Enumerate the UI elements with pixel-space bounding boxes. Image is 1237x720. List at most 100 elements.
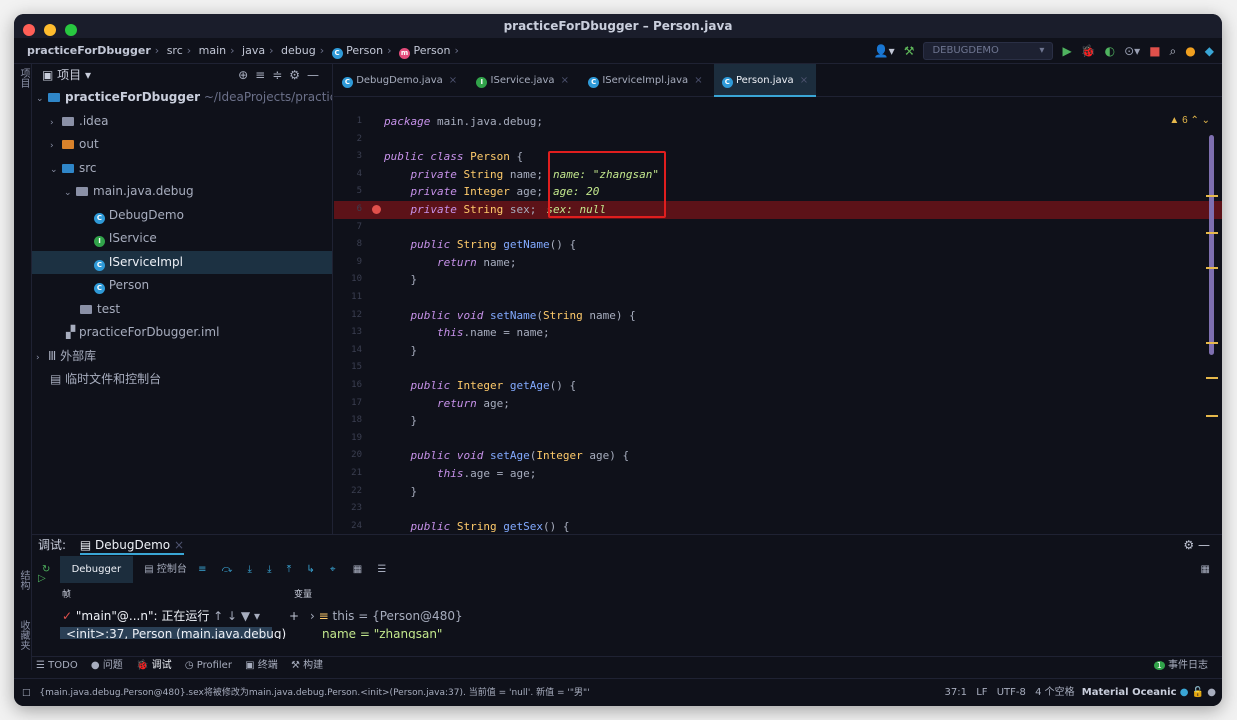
- evaluate-controls[interactable]: ▦ ☰: [353, 564, 393, 575]
- code-line[interactable]: 9 return name;: [334, 254, 1222, 272]
- warnings-indicator[interactable]: ▲ 6 ⌃ ⌄: [1169, 115, 1210, 126]
- lock-icon[interactable]: 🔓: [1192, 687, 1204, 698]
- tree-item-scratches[interactable]: ▤ 临时文件和控制台: [32, 368, 332, 392]
- tree-item-iservice[interactable]: I IService: [32, 227, 332, 251]
- breadcrumb-src[interactable]: src: [167, 44, 183, 57]
- coverage-icon[interactable]: ◐: [1105, 44, 1115, 58]
- line-number[interactable]: 24: [334, 518, 362, 534]
- tree-item-src[interactable]: ⌄ src: [32, 157, 332, 181]
- line-number[interactable]: 10: [334, 271, 362, 289]
- search-icon[interactable]: ⌕: [1170, 44, 1177, 59]
- tab-debug[interactable]: 🐞 调试: [136, 660, 172, 671]
- close-tab-icon[interactable]: ×: [449, 75, 457, 86]
- tab-problems[interactable]: ● 问题: [91, 660, 123, 671]
- breadcrumb-main[interactable]: main: [199, 44, 226, 57]
- breadcrumb-project[interactable]: practiceForDbugger: [27, 44, 151, 57]
- code-line[interactable]: 14 }: [334, 342, 1222, 360]
- line-number[interactable]: 5: [334, 183, 362, 201]
- tab-debugdemo[interactable]: C DebugDemo.java ×: [334, 64, 465, 97]
- error-stripe-mark[interactable]: [1206, 377, 1218, 379]
- close-tab-icon[interactable]: ×: [694, 75, 702, 86]
- line-number[interactable]: 20: [334, 447, 362, 465]
- breadcrumb-class-person[interactable]: Person: [346, 44, 383, 57]
- caret-position[interactable]: 37:1: [945, 687, 967, 698]
- code-editor[interactable]: 1 package main.java.debug; 2 3 public class …: [334, 97, 1222, 534]
- file-encoding[interactable]: UTF-8: [997, 687, 1026, 698]
- error-stripe-mark[interactable]: [1206, 415, 1218, 417]
- debug-panel-settings[interactable]: ⚙ —: [1183, 535, 1210, 555]
- code-line[interactable]: 16 public Integer getAge() {: [334, 377, 1222, 395]
- tab-iserviceimpl[interactable]: C IServiceImpl.java ×: [580, 64, 710, 97]
- line-number[interactable]: 6: [334, 201, 362, 219]
- close-tab-icon[interactable]: ×: [561, 75, 569, 86]
- update-icon[interactable]: ●: [1185, 44, 1195, 58]
- tree-item-idea[interactable]: › .idea: [32, 110, 332, 134]
- stop-icon[interactable]: ■: [1149, 44, 1160, 58]
- project-view-title[interactable]: 项目: [57, 68, 81, 82]
- code-line[interactable]: 22 }: [334, 483, 1222, 501]
- plugin-icon[interactable]: ◆: [1205, 44, 1214, 58]
- frame-row[interactable]: <init>:37, Person (main.java.debug) name…: [32, 627, 1222, 639]
- line-number[interactable]: 17: [334, 395, 362, 413]
- tree-item-person[interactable]: C Person: [32, 274, 332, 298]
- minimize-window-button[interactable]: [44, 24, 57, 36]
- code-line[interactable]: 10 }: [334, 271, 1222, 289]
- tree-item-debugdemo[interactable]: C DebugDemo: [32, 204, 332, 228]
- line-number[interactable]: 9: [334, 254, 362, 272]
- layout-icon[interactable]: ▦: [1201, 555, 1210, 585]
- profile-icon[interactable]: ⊙▾: [1124, 44, 1140, 58]
- line-number[interactable]: 19: [334, 430, 362, 448]
- breadcrumb-java[interactable]: java: [242, 44, 265, 57]
- line-number[interactable]: 18: [334, 412, 362, 430]
- code-line[interactable]: 18 }: [334, 412, 1222, 430]
- code-line[interactable]: 19: [334, 430, 1222, 448]
- line-number[interactable]: 23: [334, 500, 362, 518]
- notification-icon[interactable]: ●: [1207, 687, 1216, 698]
- code-line[interactable]: 12 public void setName(String name) {: [334, 307, 1222, 325]
- error-stripe-mark[interactable]: [1206, 232, 1218, 234]
- tree-root[interactable]: ⌄ practiceForDbugger ~/IdeaProjects/pract…: [32, 86, 332, 110]
- code-line[interactable]: 20 public void setAge(Integer age) {: [334, 447, 1222, 465]
- build-hammer-icon[interactable]: ⚒: [904, 44, 915, 58]
- line-number[interactable]: 22: [334, 483, 362, 501]
- code-line[interactable]: 11: [334, 289, 1222, 307]
- resume-icon[interactable]: ▷: [38, 573, 46, 584]
- close-window-button[interactable]: [23, 24, 35, 36]
- tab-person[interactable]: C Person.java ×: [713, 64, 817, 97]
- code-line[interactable]: 3 public class Person {: [334, 148, 1222, 166]
- line-number[interactable]: 16: [334, 377, 362, 395]
- tree-item-iml[interactable]: ▞ practiceForDbugger.iml: [32, 321, 332, 345]
- line-number[interactable]: 7: [334, 219, 362, 237]
- project-tool-label[interactable]: 项目: [16, 68, 31, 88]
- tree-item-out[interactable]: › out: [32, 133, 332, 157]
- line-number[interactable]: 4: [334, 166, 362, 184]
- code-line[interactable]: 6 private String sex; sex: null: [334, 201, 1222, 219]
- error-stripe-mark[interactable]: [1206, 342, 1218, 344]
- project-panel-tools[interactable]: ⊕≡≑⚙—: [238, 64, 326, 86]
- line-separator[interactable]: LF: [976, 687, 987, 698]
- favorites-tool-label[interactable]: 收藏夹: [16, 620, 31, 650]
- line-number[interactable]: 3: [334, 148, 362, 166]
- tab-build[interactable]: ⚒ 构建: [291, 660, 323, 671]
- tree-item-package[interactable]: ⌄ main.java.debug: [32, 180, 332, 204]
- status-message[interactable]: {main.java.debug.Person@480}.sex将被修改为mai…: [39, 688, 589, 698]
- zoom-window-button[interactable]: [65, 24, 78, 36]
- code-line[interactable]: 15: [334, 359, 1222, 377]
- code-line[interactable]: 5 private Integer age; age: 20: [334, 183, 1222, 201]
- tree-item-external-libraries[interactable]: › Ⅲ 外部库: [32, 345, 332, 369]
- structure-tool-label[interactable]: 结构: [16, 570, 31, 590]
- tab-profiler[interactable]: ◷ Profiler: [185, 660, 232, 671]
- breadcrumb-method-person[interactable]: Person: [413, 44, 450, 57]
- tab-terminal[interactable]: ▣ 终端: [245, 660, 278, 671]
- tree-item-test[interactable]: test: [32, 298, 332, 322]
- tab-console[interactable]: ▤ 控制台: [144, 564, 187, 575]
- debug-bug-icon[interactable]: 🐞: [1081, 44, 1096, 58]
- line-number[interactable]: 21: [334, 465, 362, 483]
- name-variable[interactable]: name = "zhangsan": [322, 627, 442, 639]
- indent-setting[interactable]: 4 个空格: [1035, 687, 1075, 698]
- tab-iservice[interactable]: I IService.java ×: [468, 64, 577, 97]
- status-toggle-icon[interactable]: □: [22, 688, 31, 698]
- line-number[interactable]: 1: [334, 113, 362, 131]
- line-number[interactable]: 14: [334, 342, 362, 360]
- error-stripe-mark[interactable]: [1206, 195, 1218, 197]
